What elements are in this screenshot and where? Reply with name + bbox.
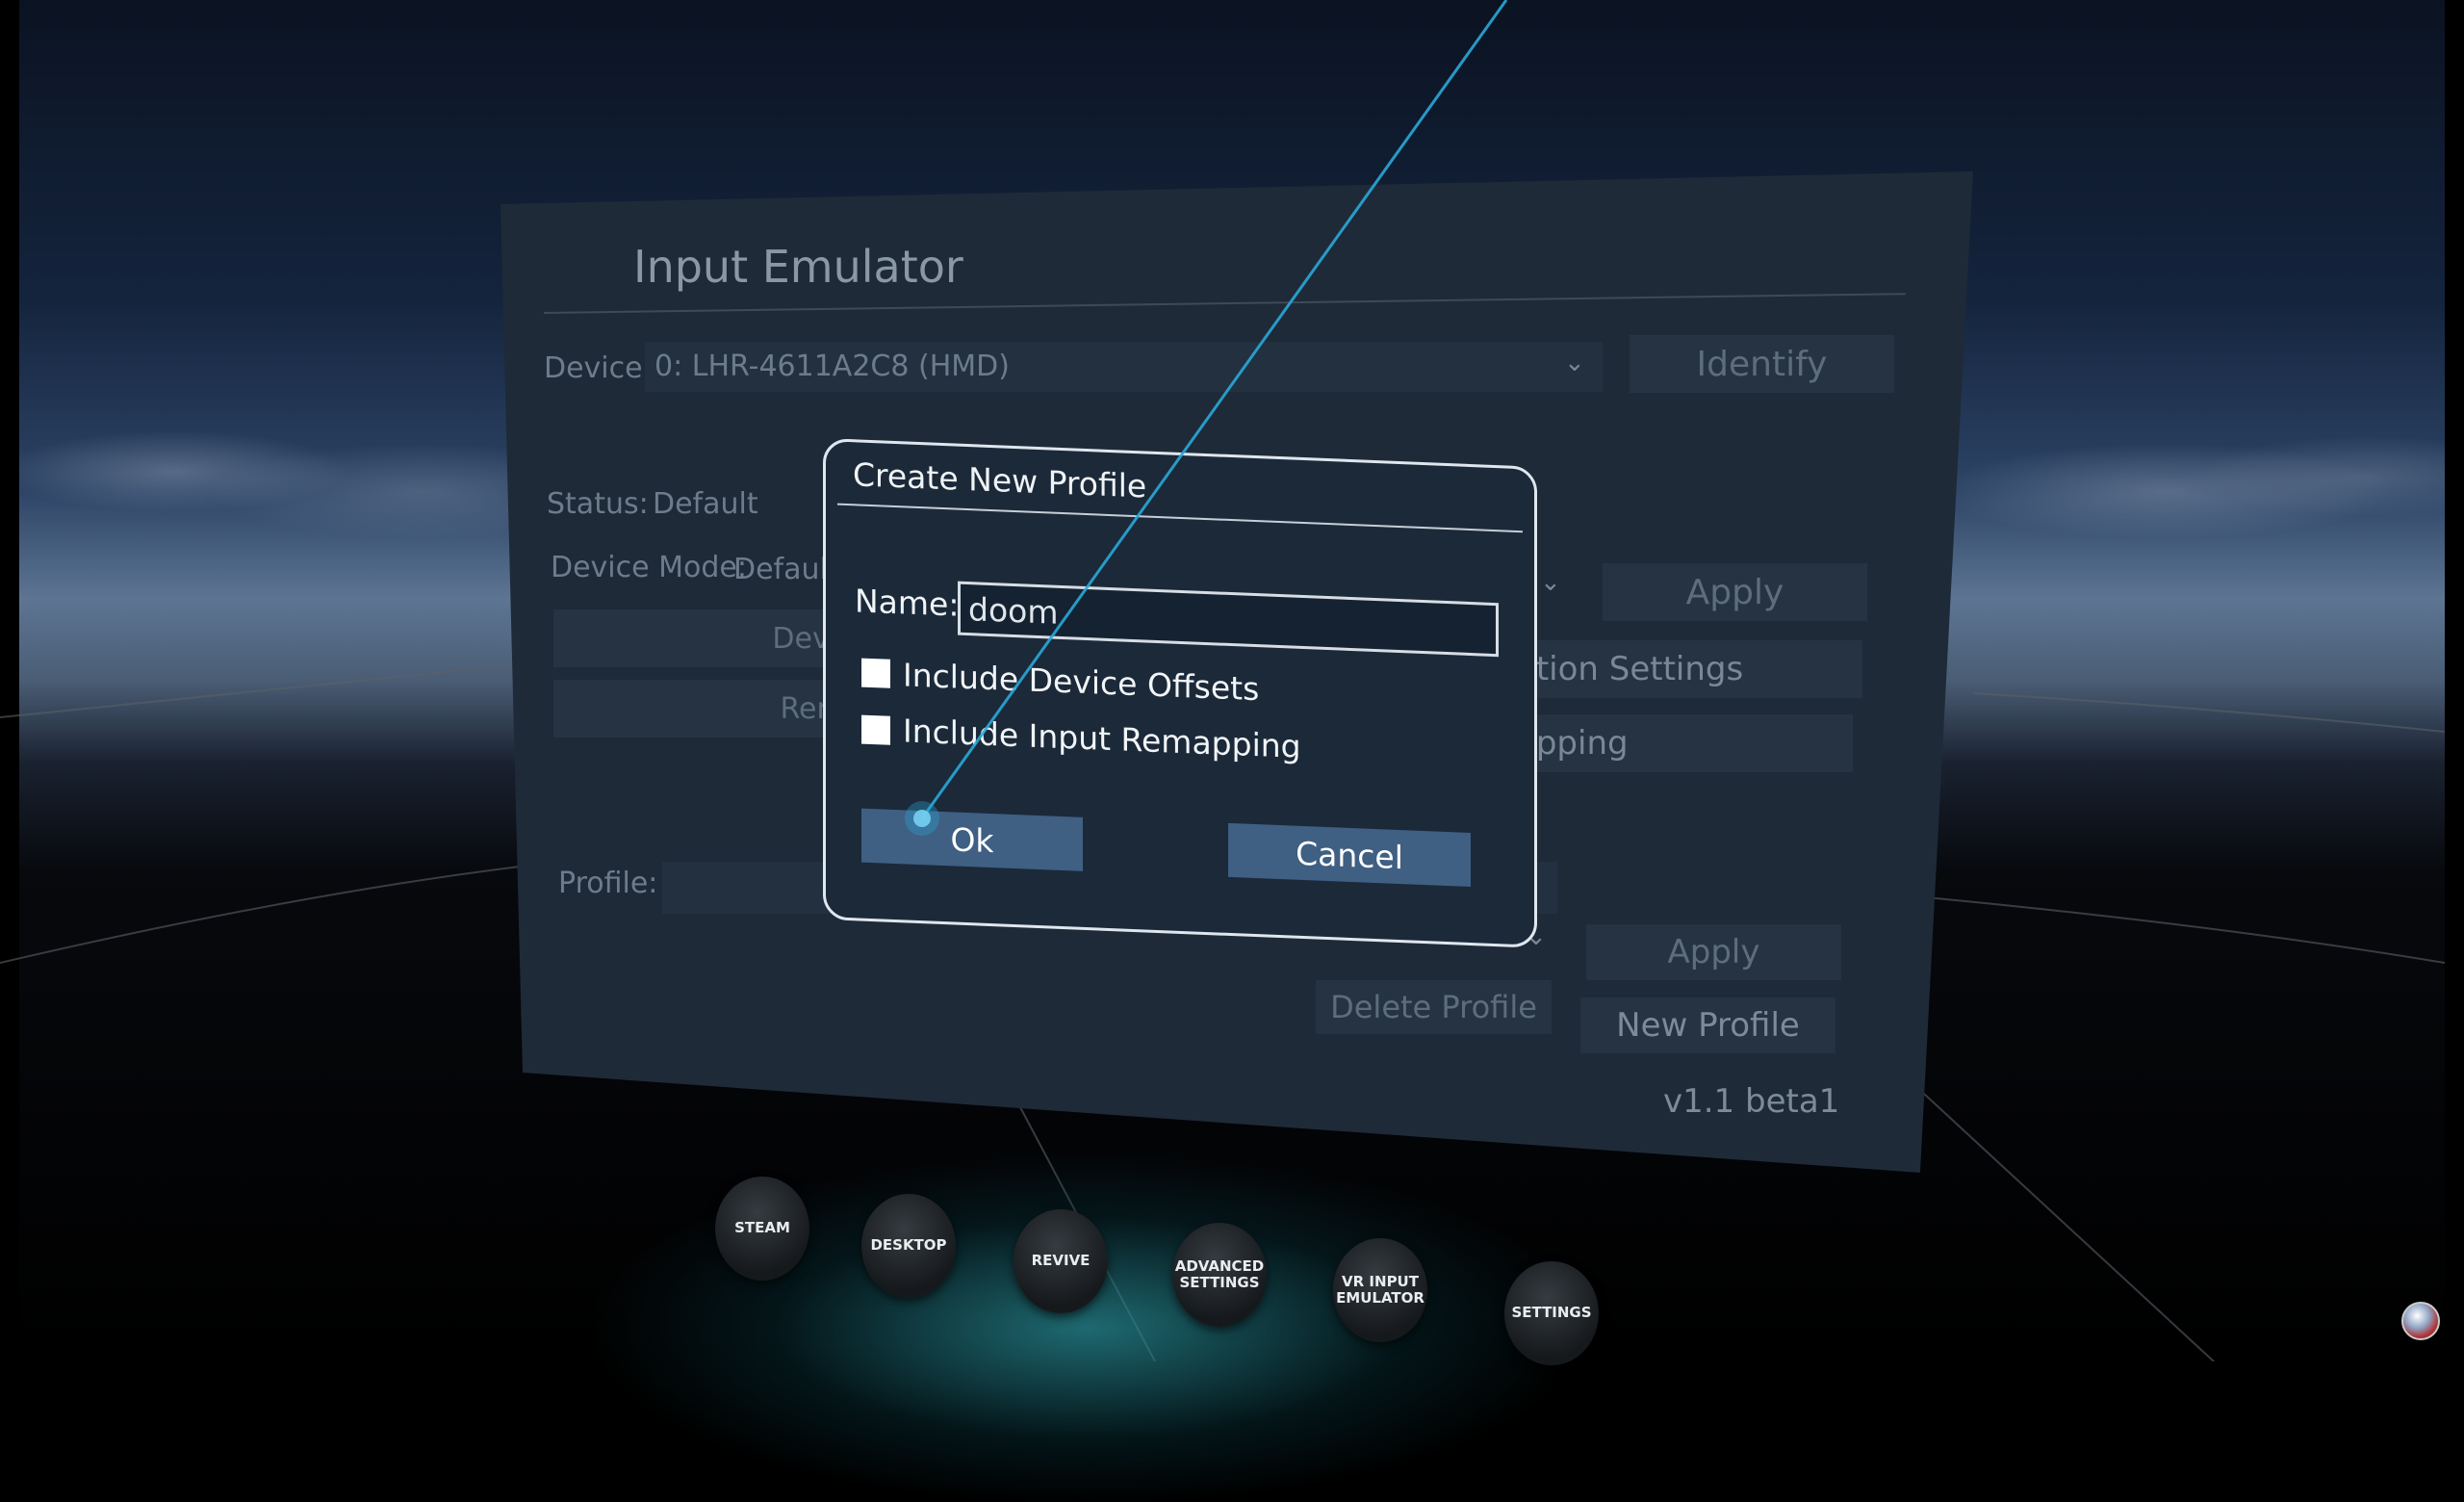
profile-label: Profile: <box>558 867 658 900</box>
version-label: v1.1 beta1 <box>1663 1082 1840 1121</box>
dock-advanced-settings-button[interactable]: ADVANCED SETTINGS <box>1172 1223 1267 1327</box>
dialog-title-divider <box>837 503 1523 533</box>
status-value: Default <box>653 487 758 521</box>
delete-profile-button[interactable]: Delete Profile <box>1316 980 1552 1034</box>
chevron-down-icon: ⌄ <box>1564 349 1585 377</box>
dialog-title: Create New Profile <box>853 455 1147 505</box>
calibration-settings-button[interactable]: ation Settings <box>1516 640 1862 698</box>
device-mode-label: Device Mode: <box>551 551 747 584</box>
apply-device-mode-button[interactable]: Apply <box>1603 563 1867 621</box>
ok-button[interactable]: Ok <box>861 808 1083 871</box>
chevron-down-icon: ⌄ <box>1540 568 1561 597</box>
apply-profile-button[interactable]: Apply <box>1586 924 1841 980</box>
status-orb-icon <box>2401 1302 2440 1340</box>
include-input-remapping-checkbox[interactable] <box>861 714 890 745</box>
new-profile-button[interactable]: New Profile <box>1580 997 1835 1053</box>
dock-settings-button[interactable]: SETTINGS <box>1504 1261 1599 1365</box>
profile-name-input[interactable] <box>958 581 1499 658</box>
dock-desktop-button[interactable]: DESKTOP <box>861 1194 956 1298</box>
dock-vr-input-emulator-button[interactable]: VR INPUT EMULATOR <box>1333 1238 1427 1342</box>
identify-button[interactable]: Identify <box>1630 335 1894 393</box>
dock-revive-button[interactable]: REVIVE <box>1014 1209 1108 1313</box>
create-new-profile-dialog: Create New Profile Name: Include Device … <box>823 438 1537 948</box>
device-select-value: 0: LHR-4611A2C8 (HMD) <box>654 350 1010 383</box>
include-device-offsets-label: Include Device Offsets <box>903 656 1260 709</box>
cancel-button[interactable]: Cancel <box>1228 822 1471 888</box>
device-label: Device: <box>544 351 653 385</box>
dock-steam-button[interactable]: STEAM <box>715 1177 809 1281</box>
status-label: Status: <box>547 487 649 521</box>
panel-title: Input Emulator <box>633 241 963 293</box>
include-input-remapping-label: Include Input Remapping <box>903 712 1301 765</box>
input-remapping-button[interactable]: apping <box>1516 714 1853 772</box>
include-device-offsets-checkbox[interactable] <box>861 658 890 688</box>
name-label: Name: <box>855 582 960 624</box>
